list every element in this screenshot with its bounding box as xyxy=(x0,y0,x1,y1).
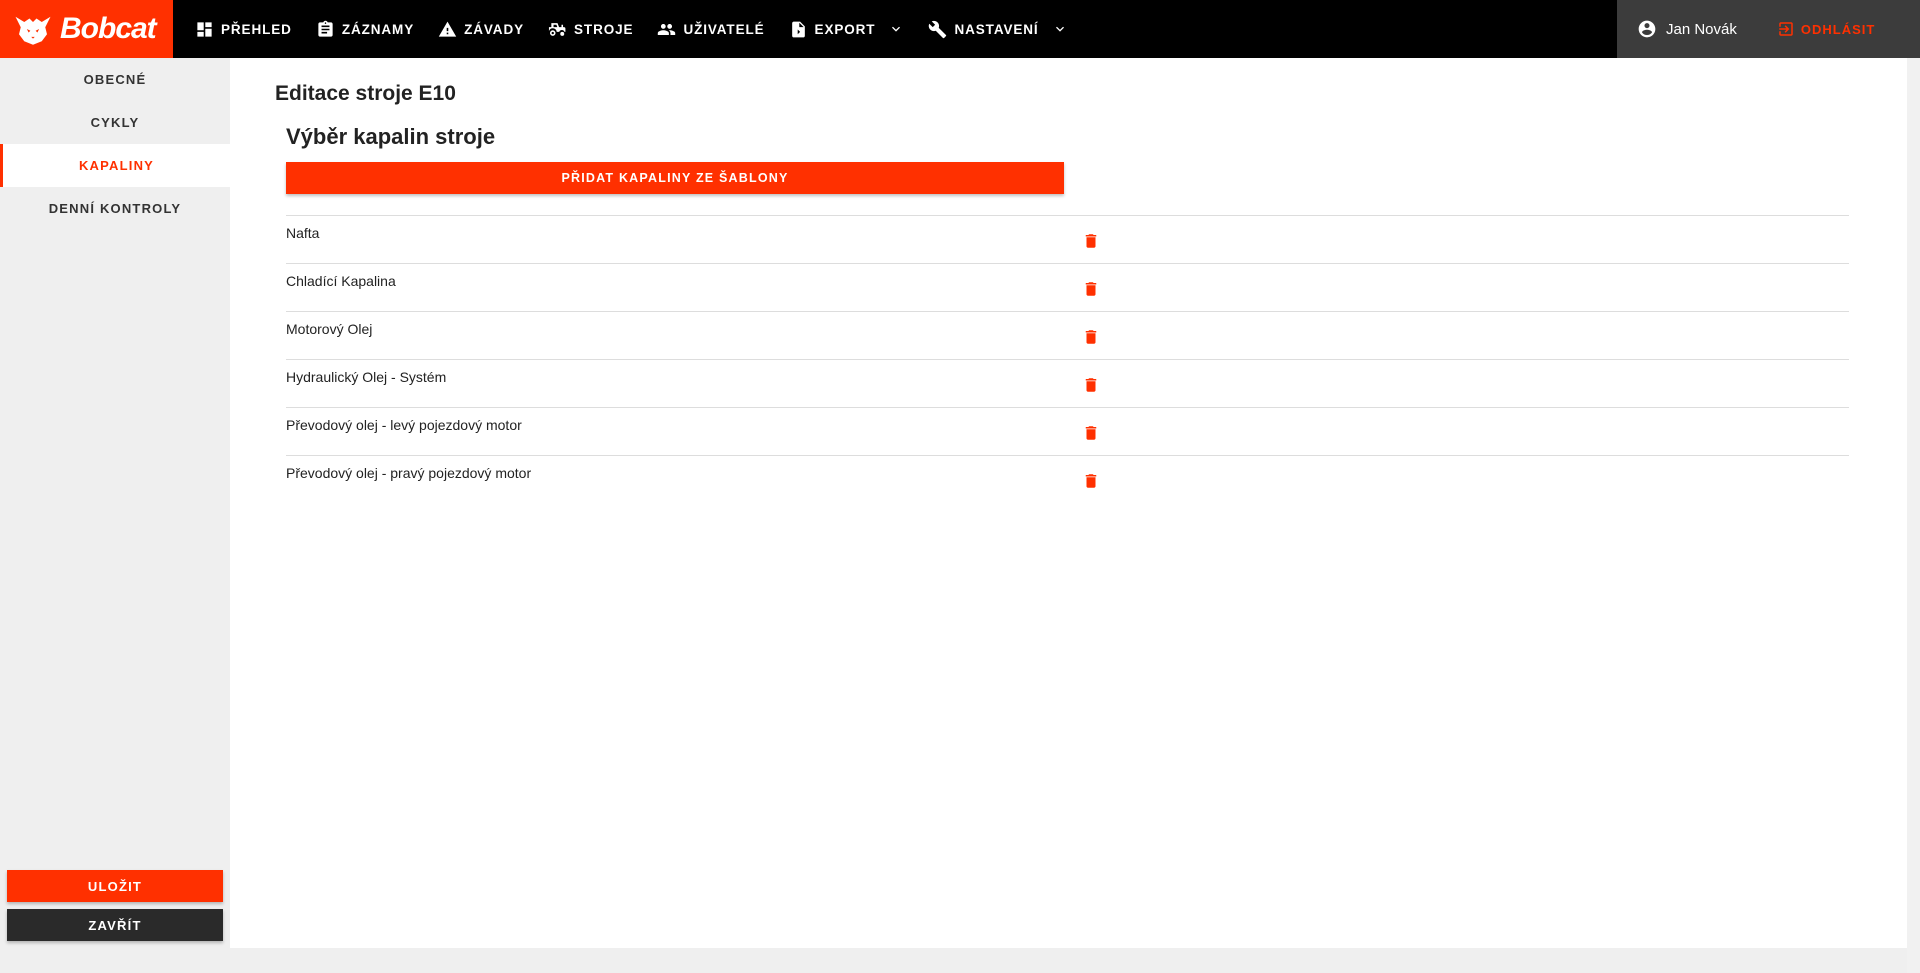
logout-label: ODHLÁSIT xyxy=(1800,21,1876,37)
wrench-icon xyxy=(929,20,947,38)
nav-item-zavady[interactable]: ZÁVADY xyxy=(426,0,536,58)
delete-button[interactable] xyxy=(1080,374,1102,396)
tractor-icon xyxy=(548,22,566,36)
trash-icon xyxy=(1085,330,1097,344)
list-item: Hydraulický Olej - Systém xyxy=(286,359,1849,407)
delete-button[interactable] xyxy=(1080,278,1102,300)
chevron-down-icon xyxy=(1055,26,1064,32)
main-content: Editace stroje E10 Výběr kapalin stroje … xyxy=(230,58,1907,948)
brand-name: Bobcat xyxy=(60,12,157,45)
account-circle-icon xyxy=(1638,20,1656,38)
nav-item-uzivatele[interactable]: UŽIVATELÉ xyxy=(645,0,776,58)
chevron-down-icon xyxy=(892,26,901,32)
nav-item-label: UŽIVATELÉ xyxy=(683,21,765,37)
trash-icon xyxy=(1085,378,1097,392)
list-item: Převodový olej - pravý pojezdový motor xyxy=(286,455,1849,503)
nav-item-label: NASTAVENÍ xyxy=(954,21,1039,37)
delete-button[interactable] xyxy=(1080,326,1102,348)
nav-item-label: ZÁVADY xyxy=(464,21,525,37)
page-title: Editace stroje E10 xyxy=(275,82,456,105)
warning-icon xyxy=(438,21,457,37)
delete-button[interactable] xyxy=(1080,422,1102,444)
trash-icon xyxy=(1085,426,1097,440)
bobcat-logo-icon xyxy=(15,16,51,45)
nav-item-label: PŘEHLED xyxy=(221,21,292,37)
nav-item-export[interactable]: EXPORT xyxy=(777,0,917,58)
nav-item-nastaveni[interactable]: NASTAVENÍ xyxy=(916,0,1079,58)
top-navbar: Bobcat PŘEHLED ZÁZNAMY ZÁVADY STROJE UŽI… xyxy=(0,0,1920,58)
user-name: Jan Novák xyxy=(1666,20,1737,38)
user-area: Jan Novák ODHLÁSIT xyxy=(1617,0,1920,58)
list-item: Chladící Kapalina xyxy=(286,263,1849,311)
list-item: Nafta xyxy=(286,215,1849,263)
fluid-list: Nafta Chladící Kapalina Motorový Olej Hy… xyxy=(286,215,1849,503)
user-profile[interactable]: Jan Novák xyxy=(1637,19,1737,39)
trash-icon xyxy=(1085,282,1097,296)
scrollbar[interactable] xyxy=(1907,58,1920,973)
side-menu: OBECNÉ CYKLY KAPALINY DENNÍ KONTROLY ULO… xyxy=(0,58,230,948)
close-button[interactable]: ZAVŘÍT xyxy=(7,909,223,941)
nav-item-stroje[interactable]: STROJE xyxy=(536,0,645,58)
fluid-name: Chladící Kapalina xyxy=(286,273,396,289)
delete-button[interactable] xyxy=(1080,230,1102,252)
sidebar-item-denni-kontroly[interactable]: DENNÍ KONTROLY xyxy=(0,187,230,230)
save-button[interactable]: ULOŽIT xyxy=(7,870,223,902)
list-item: Motorový Olej xyxy=(286,311,1849,359)
fluid-name: Převodový olej - levý pojezdový motor xyxy=(286,417,522,433)
brand-logo[interactable]: Bobcat xyxy=(0,0,173,58)
dashboard-icon xyxy=(197,21,212,37)
fluid-name: Hydraulický Olej - Systém xyxy=(286,369,447,385)
section-title: Výběr kapalin stroje xyxy=(286,124,496,149)
sidebar-item-cykly[interactable]: CYKLY xyxy=(0,101,230,144)
trash-icon xyxy=(1085,234,1097,248)
trash-icon xyxy=(1085,474,1097,488)
logout-button[interactable]: ODHLÁSIT xyxy=(1777,20,1875,38)
list-item: Převodový olej - levý pojezdový motor xyxy=(286,407,1849,455)
fluid-name: Převodový olej - pravý pojezdový motor xyxy=(286,465,532,481)
sidebar-item-kapaliny[interactable]: KAPALINY xyxy=(0,144,230,187)
delete-button[interactable] xyxy=(1080,470,1102,492)
users-icon xyxy=(658,23,676,35)
nav-item-label: EXPORT xyxy=(814,21,876,37)
nav-item-prehled[interactable]: PŘEHLED xyxy=(183,0,304,58)
nav-item-label: STROJE xyxy=(574,21,634,37)
fluid-name: Motorový Olej xyxy=(286,321,373,337)
sidebar-item-obecne[interactable]: OBECNÉ xyxy=(0,58,230,101)
nav-item-label: ZÁZNAMY xyxy=(341,21,415,37)
main-nav: PŘEHLED ZÁZNAMY ZÁVADY STROJE UŽIVATELÉ … xyxy=(183,0,1080,58)
add-fluids-from-template-button[interactable]: PŘIDAT KAPALINY ZE ŠABLONY xyxy=(286,162,1064,194)
logout-icon xyxy=(1779,22,1793,36)
nav-item-zaznamy[interactable]: ZÁZNAMY xyxy=(304,0,426,58)
file-export-icon xyxy=(791,21,805,37)
fluid-name: Nafta xyxy=(286,225,320,241)
clipboard-icon xyxy=(318,20,333,37)
